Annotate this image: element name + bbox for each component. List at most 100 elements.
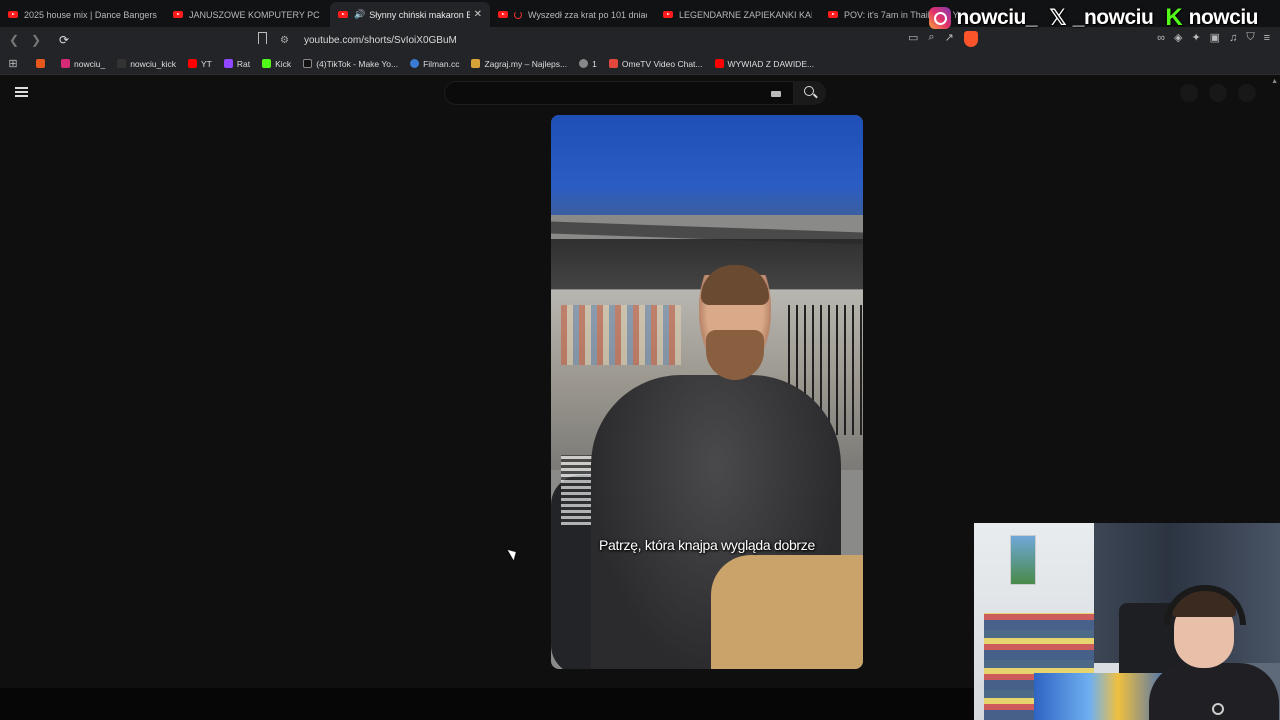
- bookmark-nowciu-instagram[interactable]: nowciu_: [61, 59, 105, 69]
- search-icon: [804, 86, 814, 96]
- ometv-icon: [608, 59, 618, 68]
- tab-title: LEGENDARNE ZAPIEKANKI KALISKA: [679, 9, 812, 20]
- video-canopy: [551, 115, 863, 215]
- bookmark-label: nowciu_kick: [130, 58, 177, 69]
- bookmark-icon[interactable]: [258, 32, 267, 44]
- tab-title: Wyszedł zza krat po 101 dniach i: [528, 9, 647, 20]
- tab-januszowe-komputery[interactable]: JANUSZOWE KOMPUTERY PC Niem: [165, 2, 330, 27]
- youtube-icon: [663, 11, 673, 18]
- globe-icon: [579, 59, 589, 68]
- menu-icon[interactable]: ≡: [1264, 32, 1270, 44]
- forward-icon[interactable]: ❯: [26, 30, 46, 50]
- tab-title: Słynny chiński makaron Biang: [369, 9, 470, 20]
- tab-makaron-biang[interactable]: 🔊 Słynny chiński makaron Biang ✕: [330, 2, 490, 27]
- bookmark-wywiad[interactable]: WYWIAD Z DAWIDE...: [714, 58, 815, 69]
- x-icon: 𝕏: [1049, 5, 1067, 31]
- kick-icon: K: [1165, 4, 1183, 31]
- tab-title: JANUSZOWE KOMPUTERY PC Niem: [189, 9, 322, 20]
- stream-social-overlay: nowciu_ 𝕏 _nowciu K nowciu: [928, 4, 1264, 32]
- vpn-icon[interactable]: ∞: [1157, 32, 1165, 44]
- screen: 2025 house mix | Dance Bangers - Yo JANU…: [0, 0, 1280, 720]
- bookmark-yt[interactable]: YT: [188, 59, 212, 69]
- bookmark-label: OmeTV Video Chat...: [621, 58, 703, 69]
- youtube-icon: [714, 59, 724, 68]
- bookmark-label: WYWIAD Z DAWIDE...: [727, 58, 815, 69]
- site-info-icon[interactable]: ⚙: [280, 35, 298, 46]
- rss-icon: [36, 59, 45, 68]
- tab-wyszedl-zza-krat[interactable]: Wyszedł zza krat po 101 dniach i: [490, 2, 655, 27]
- notifications-icon[interactable]: [1209, 84, 1227, 102]
- bookmark-label: Zagraj.my – Najleps...: [484, 58, 568, 69]
- video-bag: [711, 555, 863, 669]
- keyboard-icon[interactable]: [771, 91, 781, 97]
- bookmark-label: (4)TikTok - Make Yo...: [316, 58, 399, 69]
- sidebar-icon[interactable]: ▣: [1210, 31, 1220, 44]
- search-button[interactable]: [794, 81, 826, 105]
- bookmark-label: 1: [592, 58, 597, 69]
- bookmark-kick[interactable]: Kick: [262, 59, 291, 69]
- wallet-icon[interactable]: ◈: [1174, 31, 1182, 44]
- bookmark-tiktok[interactable]: (4)TikTok - Make Yo...: [303, 59, 398, 69]
- kick-handle: nowciu: [1188, 6, 1259, 29]
- shield-icon[interactable]: ⛉: [1246, 31, 1254, 44]
- hamburger-menu-icon[interactable]: [15, 87, 28, 97]
- youtube-icon: [173, 11, 183, 18]
- bookmark-zagraj[interactable]: Zagraj.my – Najleps...: [471, 59, 567, 69]
- youtube-icon: [828, 11, 838, 18]
- toolbar-right: ∞ ◈ ✦ ▣ ♫ ⛉ ≡: [1157, 31, 1270, 44]
- bookmark-label: Rat: [236, 58, 251, 69]
- youtube-icon: [8, 11, 18, 18]
- shorts-video-player[interactable]: Patrzę, która knajpa wygląda dobrze: [551, 115, 863, 669]
- tab-title: 2025 house mix | Dance Bangers - Yo: [24, 9, 157, 20]
- x-handle: _nowciu: [1072, 6, 1154, 29]
- bookmark-nowciu-kick[interactable]: nowciu_kick: [117, 59, 176, 69]
- share-icon[interactable]: ↗: [945, 31, 954, 47]
- search-input[interactable]: [444, 81, 794, 105]
- avatar[interactable]: [1238, 84, 1256, 102]
- bookmark-label: Filman.cc: [423, 58, 460, 69]
- address-bar[interactable]: ⚙ youtube.com/shorts/SvIoiX0GBuM: [280, 30, 980, 50]
- webcam-poster: [1010, 535, 1036, 585]
- extensions-icon[interactable]: ✦: [1191, 31, 1200, 44]
- zoom-icon[interactable]: ⌕: [928, 31, 934, 47]
- x-icon: [117, 59, 127, 68]
- bookmarks-bar: ⊞ nowciu_ nowciu_kick YT Rat Kick (4)Tik…: [0, 53, 1280, 75]
- tab-legendarne-zapiekanki[interactable]: LEGENDARNE ZAPIEKANKI KALISKA: [655, 2, 820, 27]
- omnibox-actions: ▭ ⌕ ↗: [908, 31, 978, 47]
- instagram-handle: nowciu_: [956, 6, 1038, 29]
- bookmark-1[interactable]: 1: [579, 59, 597, 69]
- create-icon[interactable]: [1180, 84, 1198, 102]
- tab-2025-house-mix[interactable]: 2025 house mix | Dance Bangers - Yo: [0, 2, 165, 27]
- webcam-shirt-logo: [1212, 703, 1224, 715]
- kick-icon: [262, 59, 272, 68]
- back-icon[interactable]: ❮: [4, 30, 24, 50]
- bookmark-ometv[interactable]: OmeTV Video Chat...: [608, 58, 703, 69]
- close-tab-icon[interactable]: ✕: [474, 9, 482, 20]
- brave-shields-icon[interactable]: [963, 31, 978, 47]
- reload-icon[interactable]: ⟳: [54, 30, 74, 50]
- video-shopfronts: [561, 305, 681, 365]
- bookmark-label: Kick: [275, 58, 292, 69]
- header-actions: [1180, 84, 1256, 102]
- scrollbar-up-arrow[interactable]: ▲: [1271, 78, 1278, 85]
- youtube-icon: [188, 59, 198, 68]
- game-icon: [471, 59, 481, 68]
- apps-grid-icon[interactable]: ⊞: [0, 57, 26, 70]
- media-icon[interactable]: ♫: [1229, 32, 1237, 44]
- filman-icon: [410, 59, 420, 68]
- url-text: youtube.com/shorts/SvIoiX0GBuM: [304, 34, 457, 46]
- speaker-icon[interactable]: 🔊: [354, 9, 365, 20]
- bookmark-filman[interactable]: Filman.cc: [410, 59, 459, 69]
- tiktok-icon: [303, 59, 313, 68]
- cast-icon[interactable]: ▭: [908, 31, 918, 47]
- instagram-icon: [61, 59, 70, 68]
- streamer-webcam: [974, 523, 1280, 720]
- video-caption: Patrzę, która knajpa wygląda dobrze: [599, 537, 815, 553]
- bookmark-label: YT: [201, 58, 212, 69]
- loading-icon: [514, 10, 522, 19]
- youtube-icon: [338, 11, 348, 18]
- bookmark-label: nowciu_: [74, 58, 106, 69]
- youtube-icon: [498, 11, 508, 18]
- bookmark-rat[interactable]: Rat: [223, 58, 251, 69]
- bookmark-rss[interactable]: [36, 59, 49, 68]
